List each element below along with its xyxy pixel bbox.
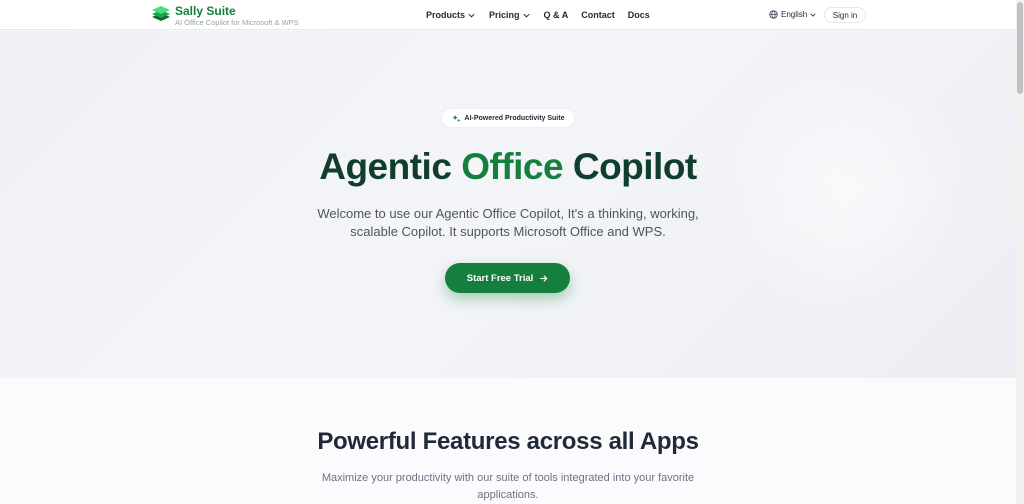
page-scrollbar[interactable] xyxy=(1016,0,1024,504)
chevron-down-icon xyxy=(468,13,475,18)
globe-icon xyxy=(769,10,778,19)
badge-text: AI-Powered Productivity Suite xyxy=(464,114,565,122)
language-label: English xyxy=(781,10,808,19)
arrow-right-icon xyxy=(540,274,548,282)
main-nav: Products Pricing Q & A Contact Docs xyxy=(426,10,650,20)
hero-description: Welcome to use our Agentic Office Copilo… xyxy=(317,206,699,239)
hero-title-accent: Office xyxy=(461,146,564,187)
start-free-trial-button[interactable]: Start Free Trial xyxy=(445,263,570,293)
layered-diamond-icon xyxy=(151,4,171,24)
nav-qa[interactable]: Q & A xyxy=(544,10,569,20)
nav-products[interactable]: Products xyxy=(426,10,475,20)
sign-in-button[interactable]: Sign in xyxy=(824,7,866,23)
brand-tagline: AI Office Copilot for Microsoft & WPS xyxy=(175,18,299,27)
hero-glow xyxy=(716,61,976,321)
brand-logo[interactable]: Sally Suite AI Office Copilot for Micros… xyxy=(151,4,299,27)
features-title: Powerful Features across all Apps xyxy=(317,428,699,455)
features-description: Maximize your productivity with our suit… xyxy=(321,472,695,501)
nav-pricing[interactable]: Pricing xyxy=(489,10,530,20)
brand-name: Sally Suite xyxy=(175,4,236,18)
chevron-down-icon xyxy=(523,13,530,18)
scrollbar-thumb[interactable] xyxy=(1017,2,1023,94)
hero-badge: AI-Powered Productivity Suite xyxy=(441,108,575,128)
nav-contact[interactable]: Contact xyxy=(581,10,615,20)
sparkle-icon xyxy=(451,114,461,122)
top-navbar: Sally Suite AI Office Copilot for Micros… xyxy=(0,0,1016,30)
chevron-down-icon xyxy=(810,13,816,17)
nav-docs[interactable]: Docs xyxy=(628,10,650,20)
hero-title: Agentic Office Copilot xyxy=(319,146,697,187)
language-selector[interactable]: English xyxy=(769,10,816,19)
